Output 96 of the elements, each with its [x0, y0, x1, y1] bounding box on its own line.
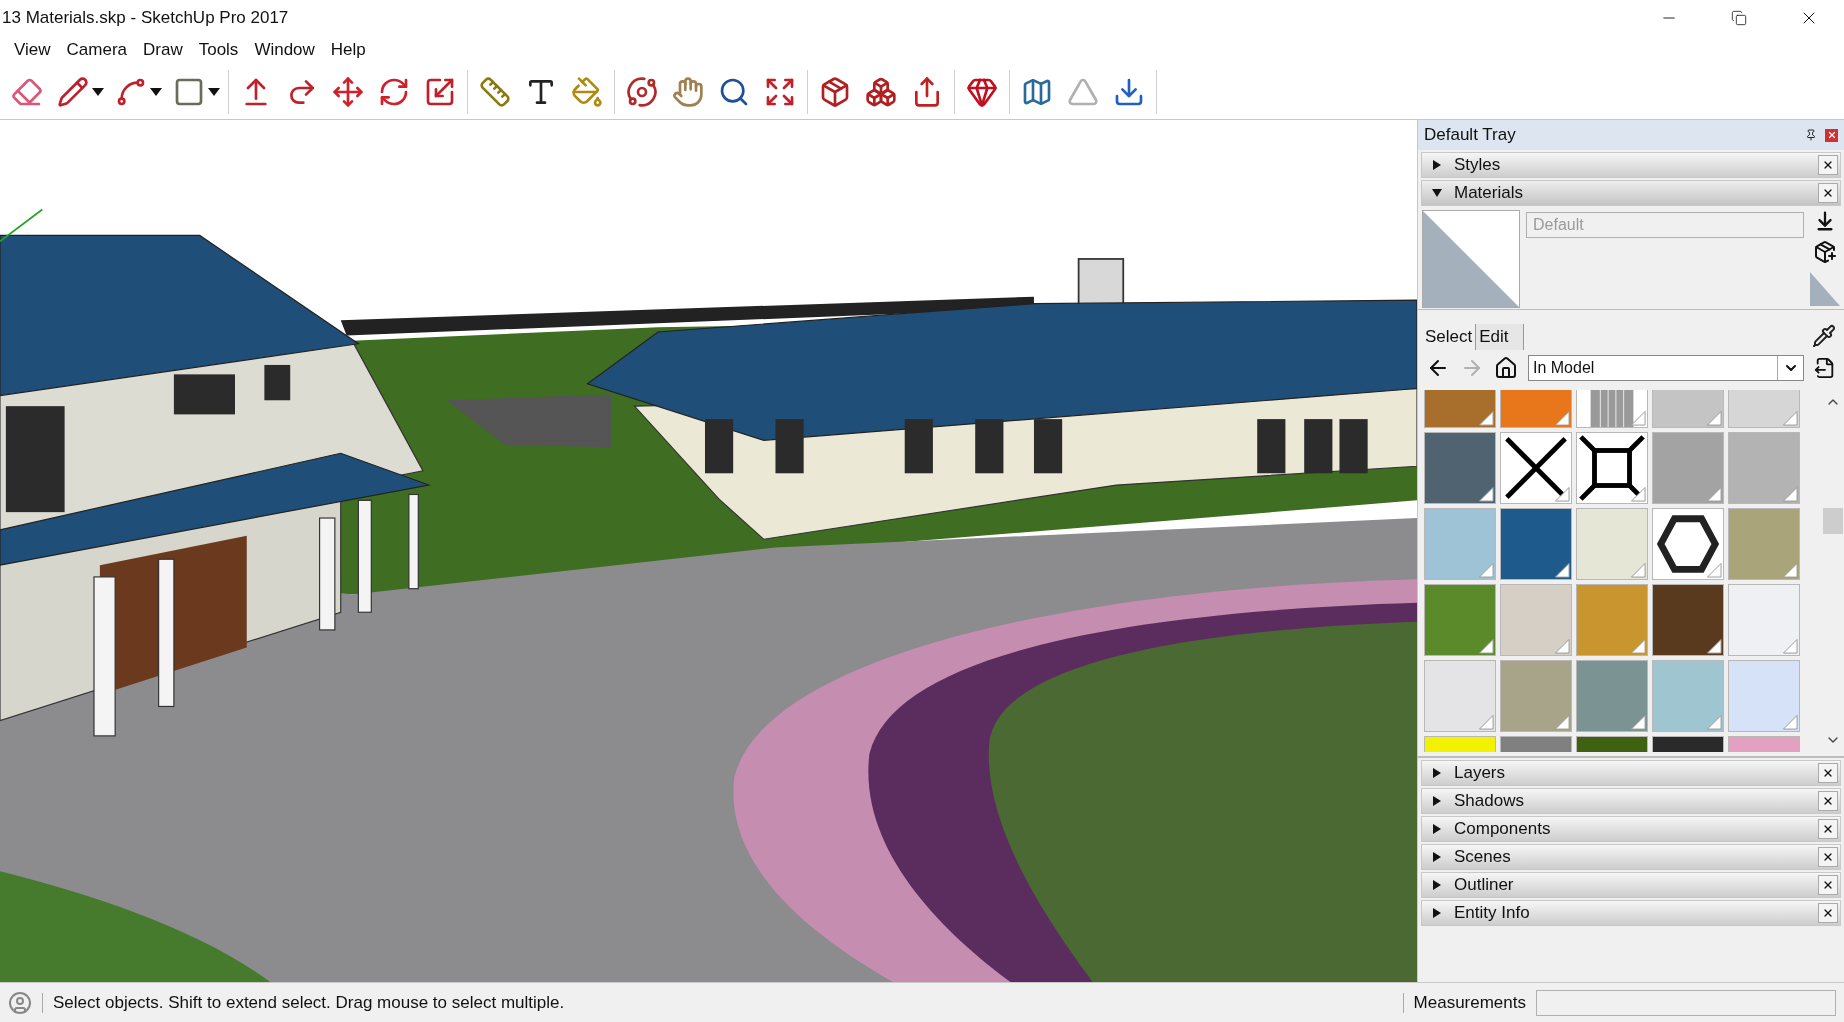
- material-swatch[interactable]: [1424, 584, 1496, 656]
- secondary-swatch-icon[interactable]: [1810, 272, 1840, 306]
- scrollbar-thumb[interactable]: [1823, 508, 1843, 534]
- materials-tab[interactable]: Edit: [1476, 324, 1524, 350]
- material-swatch[interactable]: [1576, 584, 1648, 656]
- home-icon[interactable]: [1494, 356, 1518, 380]
- tray-panel-header[interactable]: Outliner: [1421, 872, 1841, 898]
- user-icon[interactable]: [8, 990, 32, 1015]
- collapsed-arrow-icon: [1432, 824, 1442, 834]
- package-icon[interactable]: [819, 75, 851, 108]
- box-plus-icon[interactable]: [1813, 240, 1837, 264]
- material-swatch[interactable]: [1728, 508, 1800, 580]
- window-title: 13 Materials.skp - SketchUp Pro 2017: [1, 7, 290, 30]
- material-swatch[interactable]: [1424, 660, 1496, 732]
- restore-icon[interactable]: [1731, 10, 1747, 26]
- menu-item[interactable]: Help: [322, 37, 374, 63]
- menu-item[interactable]: Camera: [58, 37, 135, 63]
- status-message: Select objects. Shift to extend select. Drag mouse to select multiple.: [53, 991, 566, 1014]
- collection-dropdown[interactable]: In Model: [1528, 355, 1804, 381]
- close-icon: [1822, 187, 1834, 199]
- move-icon[interactable]: [332, 75, 364, 108]
- menu-item[interactable]: View: [6, 37, 59, 63]
- material-swatch[interactable]: [1728, 432, 1800, 504]
- collapsed-arrow-icon: [1432, 160, 1442, 170]
- close-panel-button[interactable]: [1818, 791, 1838, 811]
- material-swatch[interactable]: [1728, 584, 1800, 656]
- close-icon: [1826, 130, 1837, 140]
- material-swatch[interactable]: [1576, 432, 1648, 504]
- close-panel-button[interactable]: [1818, 847, 1838, 867]
- material-swatch[interactable]: [1576, 508, 1648, 580]
- material-swatch[interactable]: [1652, 660, 1724, 732]
- material-swatch[interactable]: [1500, 432, 1572, 504]
- measurements-label: Measurements: [1413, 991, 1526, 1014]
- close-panel-button[interactable]: [1818, 183, 1838, 203]
- menu-item[interactable]: Window: [246, 37, 323, 63]
- tray-panel-header[interactable]: Shadows: [1421, 788, 1841, 814]
- pin-icon[interactable]: [1805, 129, 1817, 141]
- panel-title: Shadows: [1454, 790, 1525, 813]
- close-icon: [1822, 851, 1834, 863]
- material-swatch[interactable]: [1728, 660, 1800, 732]
- materials-tab[interactable]: Select: [1422, 324, 1477, 350]
- boxes-icon[interactable]: [865, 75, 897, 108]
- tray-panel-header[interactable]: Layers: [1421, 760, 1841, 786]
- material-swatch[interactable]: [1424, 508, 1496, 580]
- expanded-arrow-icon: [1432, 188, 1442, 198]
- panel-title: Layers: [1454, 762, 1507, 785]
- collapsed-arrow-icon: [1432, 852, 1442, 862]
- tray-panel-header[interactable]: Materials: [1421, 180, 1841, 206]
- material-swatch[interactable]: [1424, 432, 1496, 504]
- material-swatch[interactable]: [1500, 584, 1572, 656]
- pencil-icon[interactable]: [57, 75, 89, 108]
- orbit-icon[interactable]: [626, 75, 658, 108]
- close-panel-button[interactable]: [1818, 875, 1838, 895]
- tray-panel-header[interactable]: Entity Info: [1421, 900, 1841, 926]
- dropdown-caret-icon[interactable]: [208, 87, 220, 96]
- panel-title: Outliner: [1454, 874, 1515, 897]
- details-arrow-icon[interactable]: [1814, 357, 1836, 379]
- collapsed-arrow-icon: [1432, 880, 1442, 890]
- panel-title: Entity Info: [1454, 902, 1531, 925]
- material-swatch[interactable]: [1652, 508, 1724, 580]
- menu-item[interactable]: Tools: [190, 37, 247, 63]
- measurements-field[interactable]: [1536, 989, 1836, 1016]
- close-icon: [1822, 907, 1834, 919]
- close-panel-button[interactable]: [1818, 763, 1838, 783]
- close-panel-button[interactable]: [1818, 155, 1838, 175]
- panel-title: Materials: [1454, 182, 1524, 205]
- dropdown-caret-icon[interactable]: [92, 87, 104, 96]
- panel-title: Styles: [1454, 154, 1502, 177]
- material-swatch[interactable]: [1500, 660, 1572, 732]
- close-icon: [1822, 767, 1834, 779]
- close-icon: [1822, 823, 1834, 835]
- tray-panel-header[interactable]: Styles: [1421, 152, 1841, 178]
- tray-title: Default Tray: [1424, 124, 1517, 147]
- tape-measure-icon[interactable]: [479, 75, 511, 108]
- material-swatch[interactable]: [1652, 432, 1724, 504]
- close-icon: [1822, 795, 1834, 807]
- panel-title: Components: [1454, 818, 1552, 841]
- hand-icon[interactable]: [672, 75, 704, 108]
- tray-panel-header[interactable]: Components: [1421, 816, 1841, 842]
- close-panel-button[interactable]: [1818, 903, 1838, 923]
- panel-title: Scenes: [1454, 846, 1512, 869]
- tray-panel-header[interactable]: Scenes: [1421, 844, 1841, 870]
- dropdown-caret-icon[interactable]: [150, 87, 162, 96]
- material-swatch[interactable]: [1652, 584, 1724, 656]
- collapsed-arrow-icon: [1432, 768, 1442, 778]
- material-swatch[interactable]: [1576, 660, 1648, 732]
- paint-bucket-icon[interactable]: [571, 75, 603, 108]
- material-swatch[interactable]: [1500, 508, 1572, 580]
- close-icon: [1822, 879, 1834, 891]
- close-panel-button[interactable]: [1818, 819, 1838, 839]
- menu-item[interactable]: Draw: [135, 37, 191, 63]
- close-tray-button[interactable]: [1825, 128, 1838, 142]
- close-icon: [1822, 159, 1834, 171]
- eyedropper-icon[interactable]: [1812, 324, 1836, 348]
- collapsed-arrow-icon: [1432, 908, 1442, 918]
- collapsed-arrow-icon: [1432, 796, 1442, 806]
